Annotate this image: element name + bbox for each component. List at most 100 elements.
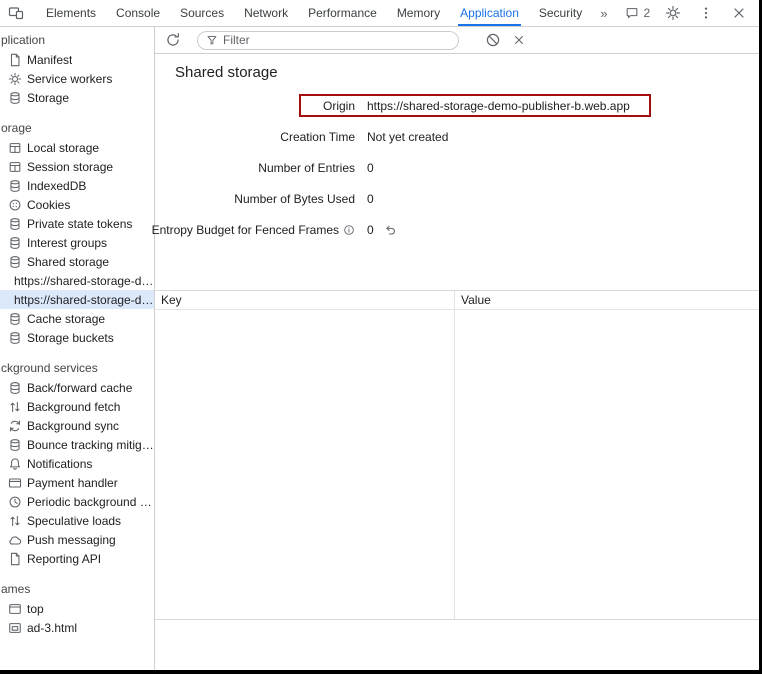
sidebar-item-label: Bounce tracking mitiga…	[27, 438, 154, 452]
sidebar-item-back-forward-cache[interactable]: Back/forward cache	[0, 378, 154, 397]
close-icon	[731, 5, 747, 21]
sidebar-item-payment-handler[interactable]: Payment handler	[0, 473, 154, 492]
sidebar-item-service-workers[interactable]: Service workers	[0, 69, 154, 88]
field-value: 0	[367, 192, 374, 206]
tab-performance[interactable]: Performance	[298, 0, 387, 26]
tab-console[interactable]: Console	[106, 0, 170, 26]
database-icon	[8, 236, 22, 250]
field-row-creation-time: Creation Time Not yet created	[165, 121, 749, 152]
sidebar-item-label: Interest groups	[27, 236, 107, 250]
sidebar-item-top[interactable]: top	[0, 599, 154, 618]
sidebar-item-label: Service workers	[27, 72, 112, 86]
sidebar-item-session-storage[interactable]: Session storage	[0, 157, 154, 176]
column-header-value[interactable]: Value	[455, 291, 759, 309]
device-toolbar-icon	[8, 5, 24, 21]
tab-sources[interactable]: Sources	[170, 0, 234, 26]
iframe-icon	[8, 621, 22, 635]
sidebar-section-title: plication	[0, 31, 154, 50]
card-icon	[8, 476, 22, 490]
tab-security[interactable]: Security	[529, 0, 592, 26]
sidebar-item-shared-storage[interactable]: Shared storage	[0, 252, 154, 271]
refresh-button[interactable]	[163, 30, 183, 50]
bell-icon	[8, 457, 22, 471]
sidebar-item-ad-3-html[interactable]: ad-3.html	[0, 618, 154, 637]
document-icon	[8, 53, 22, 67]
tab-application[interactable]: Application	[450, 0, 529, 26]
field-label: Origin	[165, 99, 355, 113]
devtools-body: plicationManifest Service workers Storage o…	[0, 27, 759, 670]
more-tabs-button[interactable]: »	[592, 0, 615, 26]
sidebar-item-bounce-tracking-mitiga[interactable]: Bounce tracking mitiga…	[0, 435, 154, 454]
sidebar-item-periodic-background-s[interactable]: Periodic background s…	[0, 492, 154, 511]
sidebar-item-cache-storage[interactable]: Cache storage	[0, 309, 154, 328]
sidebar-item-label: Storage	[27, 91, 69, 105]
devtools-window: ElementsConsoleSourcesNetworkPerformance…	[0, 0, 762, 674]
database-icon	[8, 217, 22, 231]
reset-icon	[383, 223, 397, 237]
clock-icon	[8, 495, 22, 509]
tab-memory[interactable]: Memory	[387, 0, 450, 26]
sidebar-item-label: Local storage	[27, 141, 99, 155]
sidebar-item-label: Speculative loads	[27, 514, 121, 528]
sidebar-item-reporting-api[interactable]: Reporting API	[0, 549, 154, 568]
sidebar-item-label: https://shared-storage-d…	[14, 293, 153, 307]
sidebar-item-storage[interactable]: Storage	[0, 88, 154, 107]
tab-elements[interactable]: Elements	[36, 0, 106, 26]
sidebar-item-label: Payment handler	[27, 476, 118, 490]
clear-events-button[interactable]	[483, 30, 503, 50]
database-icon	[8, 381, 22, 395]
sidebar-item-interest-groups[interactable]: Interest groups	[0, 233, 154, 252]
filter-box	[197, 31, 459, 50]
cookie-icon	[8, 198, 22, 212]
close-devtools-button[interactable]	[729, 3, 749, 23]
sidebar-section-title: orage	[0, 119, 154, 138]
table-icon	[8, 141, 22, 155]
application-sidebar: plicationManifest Service workers Storage o…	[0, 27, 155, 670]
settings-button[interactable]	[663, 3, 683, 23]
sidebar-item-https-shared-storage-d[interactable]: https://shared-storage-d…	[0, 271, 154, 290]
sidebar-item-label: Push messaging	[27, 533, 116, 547]
sync-icon	[8, 419, 22, 433]
sidebar-item-https-shared-storage-d[interactable]: https://shared-storage-d…	[0, 290, 154, 309]
filter-input[interactable]	[223, 33, 450, 47]
more-options-button[interactable]	[696, 3, 716, 23]
cloud-icon	[8, 533, 22, 547]
reset-budget-button[interactable]	[382, 222, 398, 238]
sidebar-item-speculative-loads[interactable]: Speculative loads	[0, 511, 154, 530]
tab-network[interactable]: Network	[234, 0, 298, 26]
tabbar-left	[0, 0, 32, 26]
field-label-text: Number of Bytes Used	[234, 192, 355, 206]
sidebar-item-indexeddb[interactable]: IndexedDB	[0, 176, 154, 195]
sidebar-item-local-storage[interactable]: Local storage	[0, 138, 154, 157]
sidebar-item-background-sync[interactable]: Background sync	[0, 416, 154, 435]
sidebar-item-label: Reporting API	[27, 552, 101, 566]
filter-icon	[206, 34, 218, 46]
field-label: Creation Time	[165, 130, 355, 144]
toggle-device-toolbar-button[interactable]	[6, 3, 26, 23]
datagrid-body	[155, 310, 759, 619]
database-icon	[8, 438, 22, 452]
field-value-text: 0	[367, 161, 374, 175]
field-label-text: Origin	[323, 99, 355, 113]
sidebar-item-label: IndexedDB	[27, 179, 86, 193]
message-bubble-icon	[625, 6, 639, 20]
sidebar-item-cookies[interactable]: Cookies	[0, 195, 154, 214]
field-value-text: Not yet created	[367, 130, 448, 144]
sidebar-item-push-messaging[interactable]: Push messaging	[0, 530, 154, 549]
sidebar-item-notifications[interactable]: Notifications	[0, 454, 154, 473]
sidebar-item-manifest[interactable]: Manifest	[0, 50, 154, 69]
sidebar-item-label: Cache storage	[27, 312, 105, 326]
sidebar-item-label: Session storage	[27, 160, 113, 174]
close-view-button[interactable]	[509, 30, 529, 50]
column-header-key[interactable]: Key	[155, 291, 455, 309]
sidebar-item-storage-buckets[interactable]: Storage buckets	[0, 328, 154, 347]
block-icon	[485, 32, 501, 48]
sidebar-item-background-fetch[interactable]: Background fetch	[0, 397, 154, 416]
console-messages-indicator[interactable]: 2	[625, 6, 650, 20]
field-value-text: https://shared-storage-demo-publisher-b.…	[367, 99, 630, 113]
page-title: Shared storage	[175, 64, 749, 82]
sidebar-item-label: top	[27, 602, 44, 616]
sidebar-item-label: Private state tokens	[27, 217, 132, 231]
sidebar-item-private-state-tokens[interactable]: Private state tokens	[0, 214, 154, 233]
sidebar-sections: plicationManifest Service workers Storage o…	[0, 31, 154, 637]
